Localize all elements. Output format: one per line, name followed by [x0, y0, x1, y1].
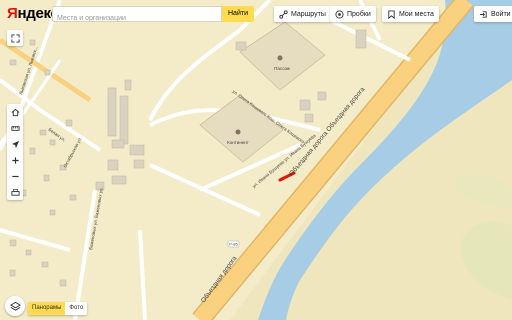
my-places-label: Мои места [399, 10, 434, 18]
poi-passage-icon[interactable] [277, 55, 283, 61]
zoom-in-button[interactable] [7, 152, 23, 168]
zoom-out-button[interactable] [7, 168, 23, 184]
search-box[interactable] [52, 6, 222, 26]
login-button[interactable]: Войти [474, 6, 512, 22]
layers-icon [9, 301, 21, 311]
poi-continent-label: Континент [227, 140, 249, 145]
map-canvas[interactable]: Пассаж Континент ул. Олега Кошевого Кош.… [0, 0, 512, 320]
route-icon [279, 9, 288, 19]
ruler-button[interactable] [7, 120, 23, 136]
home-icon [11, 108, 19, 116]
ruler-icon [10, 125, 20, 131]
mode-panoramas[interactable]: Панорамы [28, 302, 66, 315]
home-button[interactable] [7, 104, 23, 120]
expand-icon [10, 33, 20, 43]
printer-icon [10, 188, 20, 196]
my-places-button[interactable]: Мои места [382, 6, 439, 22]
road-number-label: Р-85 [229, 242, 238, 247]
bookmark-icon [388, 9, 395, 19]
minus-icon [11, 175, 19, 177]
login-label: Войти [491, 10, 511, 18]
logo-first-letter: Я [7, 5, 18, 22]
traffic-icon [335, 9, 344, 19]
map-controls [7, 104, 23, 200]
poi-passage-label: Пассаж [274, 66, 290, 71]
plus-icon [11, 156, 19, 164]
find-button[interactable]: Найти [222, 6, 254, 22]
search-input[interactable] [53, 11, 217, 26]
routes-label: Маршруты [291, 10, 326, 18]
yandex-logo[interactable]: Яндекс [7, 5, 59, 22]
locate-button[interactable] [7, 136, 23, 152]
login-icon [479, 10, 487, 18]
routes-button[interactable]: Маршруты [274, 6, 331, 22]
poi-continent-icon[interactable] [235, 129, 241, 135]
map-mode-switch: Панорамы Фото [28, 302, 88, 315]
mode-photo[interactable]: Фото [65, 302, 88, 315]
traffic-label: Пробки [347, 10, 371, 18]
traffic-button[interactable]: Пробки [330, 6, 376, 22]
layers-button[interactable] [5, 296, 25, 316]
fullscreen-button[interactable] [7, 30, 23, 46]
locate-arrow-icon [11, 140, 19, 148]
print-button[interactable] [7, 184, 23, 200]
